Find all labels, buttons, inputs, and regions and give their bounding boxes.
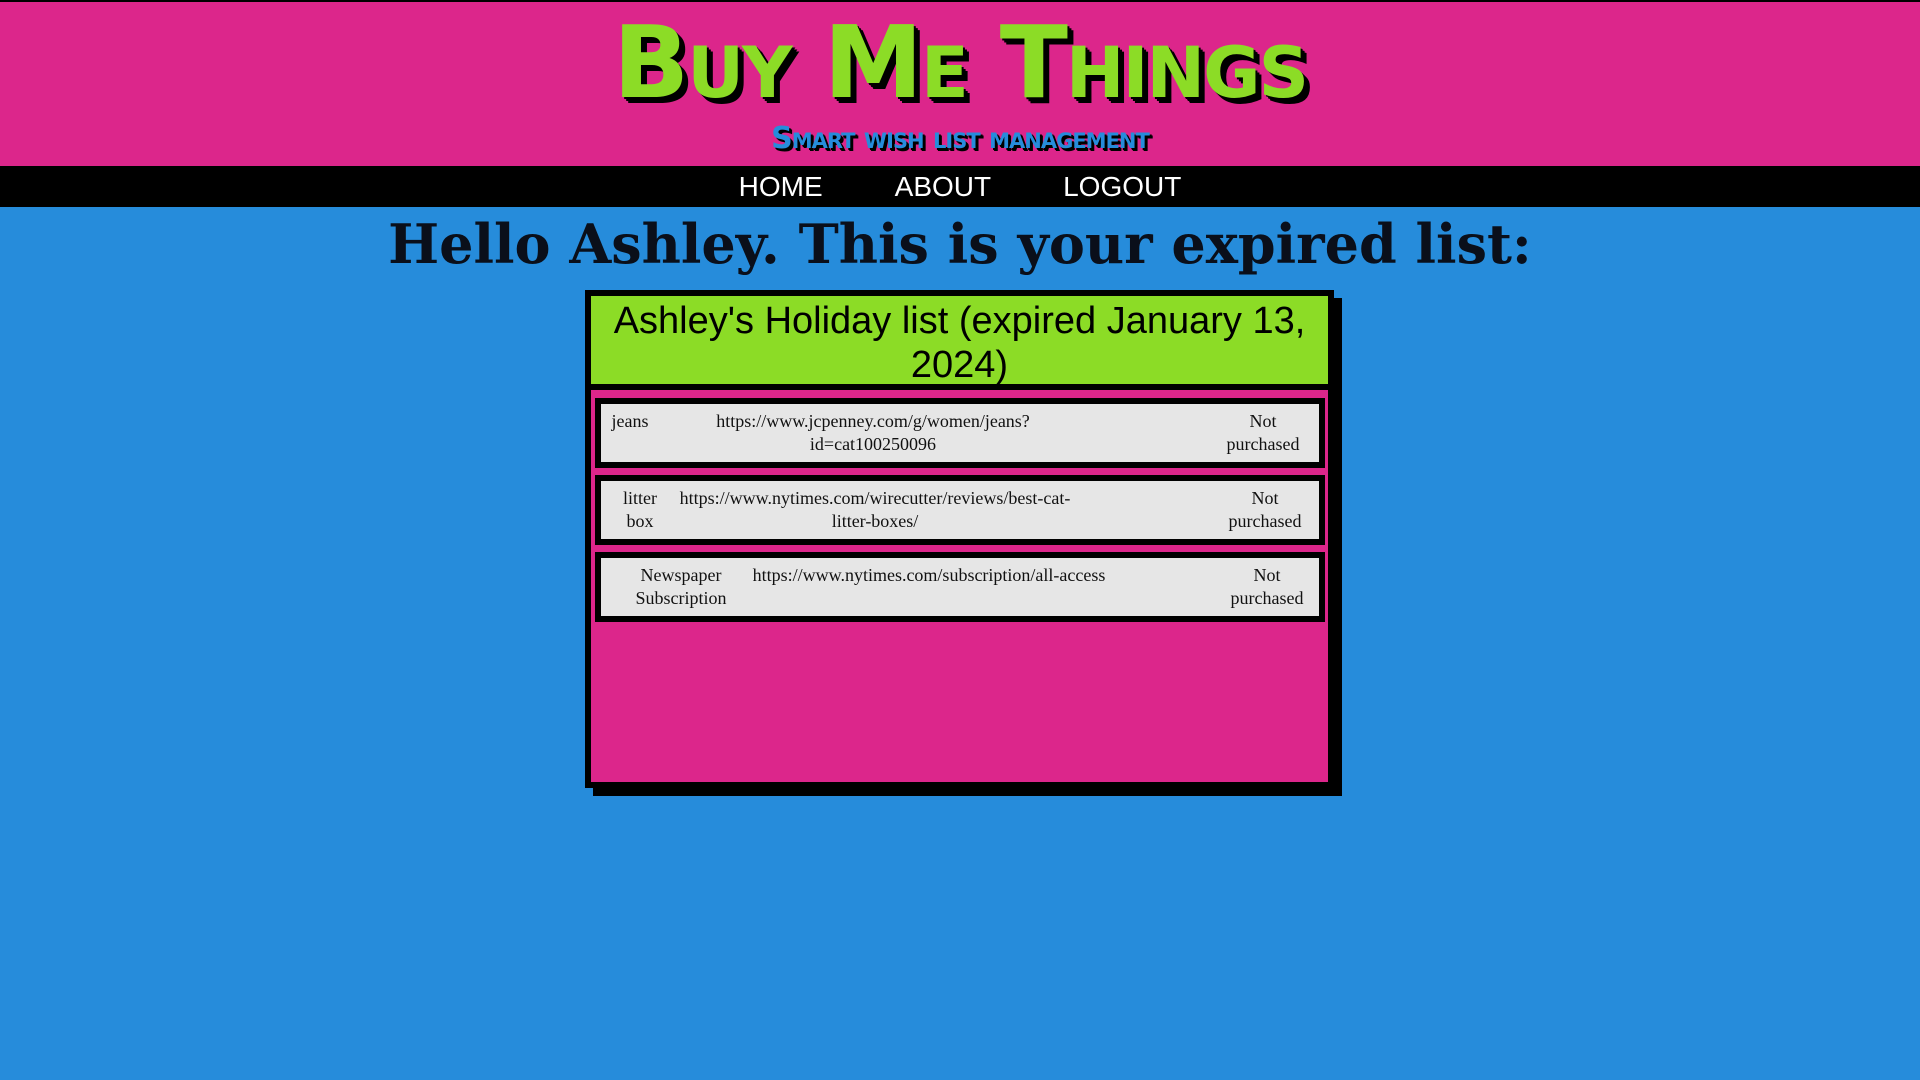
list-item: litter box https://www.nytimes.com/wirec… [595,475,1325,545]
nav-home-link[interactable]: HOME [739,166,823,207]
item-status: Not purchased [1228,488,1302,531]
nav-bar: HOME ABOUT LOGOUT [0,166,1920,207]
item-name: Newspaper Subscription [635,565,727,608]
list-item: Newspaper Subscription https://www.nytim… [595,552,1325,622]
site-header: Buy Me Things Smart wish list management [0,0,1920,166]
site-title: Buy Me Things [612,4,1309,121]
item-url-link[interactable]: https://www.jcpenney.com/g/women/jeans?i… [673,410,1073,456]
wish-list-card: Ashley's Holiday list (expired January 1… [585,290,1334,788]
site-tagline: Smart wish list management [771,121,1150,156]
item-status: Not purchased [1230,565,1304,608]
list-item: jeans https://www.jcpenney.com/g/women/j… [595,398,1325,468]
page-heading: Hello Ashley. This is your expired list: [388,212,1532,276]
item-name: jeans [611,411,649,431]
list-title: Ashley's Holiday list (expired January 1… [591,296,1328,390]
item-url-link[interactable]: https://www.nytimes.com/wirecutter/revie… [665,487,1085,533]
nav-about-link[interactable]: ABOUT [895,166,991,207]
item-url-link[interactable]: https://www.nytimes.com/subscription/all… [749,564,1109,587]
list-items: jeans https://www.jcpenney.com/g/women/j… [595,398,1325,629]
nav-logout-link[interactable]: LOGOUT [1063,166,1181,207]
item-name: litter box [623,488,657,531]
item-status: Not purchased [1226,411,1300,454]
